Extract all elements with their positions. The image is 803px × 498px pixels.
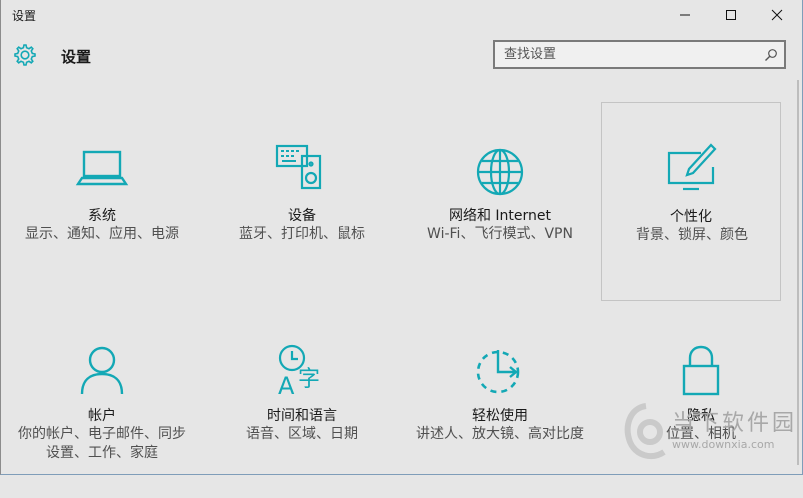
personalization-icon (667, 143, 717, 191)
tile-description: 显示、通知、应用、电源 (25, 226, 179, 242)
minimize-button[interactable] (662, 0, 708, 30)
tile-accounts[interactable]: 帐户 你的帐户、电子邮件、同步设置、工作、家庭 (12, 302, 192, 498)
svg-text:字: 字 (298, 367, 320, 392)
devices-icon (275, 144, 322, 190)
search-box[interactable] (493, 40, 786, 69)
ease-of-access-icon (476, 350, 520, 394)
tile-time-language[interactable]: A 字 时间和语言 语音、区域、日期 (212, 302, 392, 498)
tile-description: 语音、区域、日期 (246, 426, 358, 442)
tile-label: 个性化 (670, 209, 712, 225)
title-bar[interactable]: 设置 (0, 0, 803, 30)
laptop-icon (75, 150, 129, 186)
watermark-url: www.downxia.com (672, 438, 775, 451)
tile-description: 你的帐户、电子邮件、同步设置、工作、家庭 (18, 426, 186, 461)
person-icon (80, 346, 124, 395)
tile-ease-of-access[interactable]: 轻松使用 讲述人、放大镜、高对比度 (410, 302, 590, 498)
close-icon (771, 9, 783, 21)
tile-label: 系统 (88, 208, 116, 224)
tile-description: 蓝牙、打印机、鼠标 (239, 226, 365, 242)
close-button[interactable] (754, 0, 800, 30)
svg-text:A: A (278, 372, 295, 398)
page-title: 设置 (61, 48, 92, 66)
tile-devices[interactable]: 设备 蓝牙、打印机、鼠标 (212, 104, 392, 300)
maximize-icon (726, 10, 736, 20)
tile-description: Wi-Fi、飞行模式、VPN (427, 226, 573, 242)
search-icon[interactable] (764, 48, 778, 62)
tile-label: 设备 (288, 208, 316, 224)
tile-personalization[interactable]: 个性化 背景、锁屏、颜色 (601, 102, 781, 301)
minimize-icon (680, 14, 690, 16)
window-title: 设置 (12, 9, 37, 23)
maximize-button[interactable] (708, 0, 754, 30)
tile-network[interactable]: 网络和 Internet Wi-Fi、飞行模式、VPN (410, 104, 590, 300)
search-input[interactable] (495, 42, 764, 67)
globe-icon (476, 148, 524, 196)
tile-label: 轻松使用 (472, 408, 528, 424)
tile-label: 帐户 (88, 408, 116, 424)
tile-description: 背景、锁屏、颜色 (636, 227, 748, 243)
tile-description: 讲述人、放大镜、高对比度 (416, 426, 584, 442)
gear-icon (14, 44, 36, 66)
tile-label: 时间和语言 (267, 408, 337, 424)
tile-label: 网络和 Internet (448, 208, 552, 224)
time-language-icon: A 字 (278, 344, 320, 398)
watermark-text: 当下软件园 (672, 411, 798, 436)
tile-system[interactable]: 系统 显示、通知、应用、电源 (12, 104, 192, 300)
